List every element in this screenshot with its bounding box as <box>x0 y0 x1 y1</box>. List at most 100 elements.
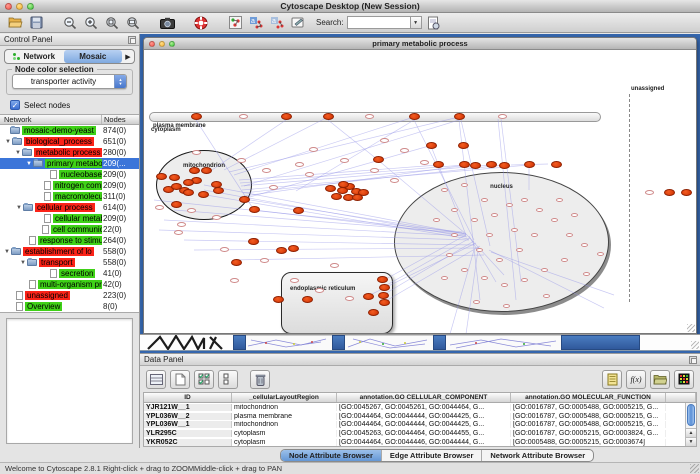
network-node-small[interactable] <box>541 268 548 272</box>
network-node-small[interactable] <box>531 233 538 237</box>
network-node-small[interactable] <box>473 300 480 304</box>
network-node-small[interactable] <box>330 263 339 268</box>
tab-edge-attribute-browser[interactable]: Edge Attribute Browser <box>382 450 482 461</box>
zoom-out-icon[interactable] <box>61 14 79 31</box>
network-node-small[interactable] <box>506 203 513 207</box>
network-node-small[interactable] <box>155 205 164 210</box>
zoom-in-icon[interactable] <box>82 14 100 31</box>
tree-row[interactable]: response to stimul264(0) <box>0 235 139 246</box>
minimized-window-titlebar[interactable] <box>561 335 640 350</box>
tab-scroll-right-icon[interactable]: ▶ <box>122 53 134 61</box>
import-attributes-icon[interactable] <box>425 14 443 31</box>
network-node-small[interactable] <box>501 283 508 287</box>
network-node-small[interactable] <box>309 147 318 152</box>
network-node-small[interactable] <box>503 304 510 308</box>
network-node-small[interactable] <box>237 158 246 163</box>
network-node[interactable] <box>169 174 180 181</box>
network-node-small[interactable] <box>305 172 314 177</box>
network-node-small[interactable] <box>481 198 488 202</box>
network-node-small[interactable] <box>187 208 196 213</box>
network-node-small[interactable] <box>192 150 201 155</box>
scroll-down-icon[interactable]: ▼ <box>686 437 696 446</box>
tree-row[interactable]: cell communicat22(0) <box>0 224 139 235</box>
tree-row[interactable]: ▼establishment of lo558(0) <box>0 246 139 257</box>
delete-attribute-icon[interactable] <box>250 370 270 389</box>
network-node[interactable] <box>213 187 224 194</box>
help-icon[interactable] <box>192 14 210 31</box>
new-attribute-icon[interactable] <box>170 370 190 389</box>
network-node-small[interactable] <box>451 233 458 237</box>
minimize-view-icon[interactable] <box>159 41 165 47</box>
network-node[interactable] <box>409 113 420 120</box>
unselect-attributes-icon[interactable] <box>218 370 238 389</box>
network-node-small[interactable] <box>498 114 507 119</box>
select-nodes-checkbox[interactable]: ✓ <box>10 100 20 110</box>
network-node[interactable] <box>191 113 202 120</box>
tab-node-attribute-browser[interactable]: Node Attribute Browser <box>281 450 382 461</box>
search-dropdown-icon[interactable]: ▼ <box>411 16 422 29</box>
network-node-small[interactable] <box>571 213 578 217</box>
network-node-small[interactable] <box>476 248 483 252</box>
network-node-small[interactable] <box>177 222 186 227</box>
float-panel-icon[interactable] <box>128 36 136 44</box>
network-node-small[interactable] <box>581 243 588 247</box>
network-node[interactable] <box>470 162 481 169</box>
network-node-small[interactable] <box>345 296 354 301</box>
minimize-window-icon[interactable] <box>16 3 23 10</box>
network-node-small[interactable] <box>496 258 503 262</box>
tree-row[interactable]: cellular metabo209(0) <box>0 213 139 224</box>
network-node[interactable] <box>293 207 304 214</box>
network-node[interactable] <box>454 113 465 120</box>
disclosure-triangle-icon[interactable]: ▼ <box>25 161 33 167</box>
network-node-small[interactable] <box>269 185 278 190</box>
network-node-small[interactable] <box>521 278 528 282</box>
create-network-icon[interactable] <box>226 14 244 31</box>
network-canvas[interactable]: plasma membrane cytoplasm mitochondrion … <box>144 50 696 333</box>
app-resize-grip[interactable] <box>690 464 699 473</box>
disclosure-triangle-icon[interactable]: ▼ <box>19 260 27 266</box>
table-row[interactable]: YPL036W__1mitochondrion[GO:0044464, GO:0… <box>144 421 696 430</box>
network-node-small[interactable] <box>260 258 269 263</box>
network-node-small[interactable] <box>491 213 498 217</box>
network-node-small[interactable] <box>370 168 379 173</box>
disclosure-triangle-icon[interactable]: ▼ <box>14 150 22 156</box>
network-node-small[interactable] <box>340 158 349 163</box>
heatmap-icon[interactable] <box>674 370 694 389</box>
network-node[interactable] <box>198 191 209 198</box>
tree-row[interactable]: secretion41(0) <box>0 268 139 279</box>
network-node[interactable] <box>201 167 212 174</box>
network-node-small[interactable] <box>446 253 453 257</box>
tab-network[interactable]: Network <box>5 50 64 63</box>
network-node-small[interactable] <box>461 268 468 272</box>
save-icon[interactable] <box>27 14 45 31</box>
tab-mosaic[interactable]: Mosaic <box>64 50 123 63</box>
network-node-small[interactable] <box>230 278 239 283</box>
function-builder-icon[interactable]: f(x) <box>626 370 646 389</box>
network-node-small[interactable] <box>521 198 528 202</box>
network-node[interactable] <box>239 196 250 203</box>
table-column-header[interactable]: ID <box>144 393 232 402</box>
network-node-small[interactable] <box>239 114 248 119</box>
search-input[interactable] <box>347 16 411 29</box>
tree-row[interactable]: Overview8(0) <box>0 301 139 312</box>
zoom-view-icon[interactable] <box>169 41 175 47</box>
network-node-small[interactable] <box>262 168 271 173</box>
scroll-up-icon[interactable]: ▲ <box>686 428 696 437</box>
close-view-icon[interactable] <box>149 41 155 47</box>
tree-row[interactable]: ▼biological_process651(0) <box>0 136 139 147</box>
tree-row[interactable]: nucleobase-209(0) <box>0 169 139 180</box>
tree-row[interactable]: nitrogen compo209(0) <box>0 180 139 191</box>
network-node[interactable] <box>458 142 469 149</box>
attribute-editor-icon[interactable] <box>602 370 622 389</box>
network-node-small[interactable] <box>315 288 324 293</box>
import-attribute-file-icon[interactable] <box>650 370 670 389</box>
network-node[interactable] <box>248 238 259 245</box>
network-node[interactable] <box>524 161 535 168</box>
network-node[interactable] <box>459 161 470 168</box>
first-neighbors-icon[interactable]: a <box>247 14 265 31</box>
table-row[interactable]: YPL036W__2plasma membrane[GO:0044464, GO… <box>144 412 696 421</box>
disclosure-triangle-icon[interactable]: ▼ <box>15 205 23 211</box>
network-node[interactable] <box>302 296 313 303</box>
resize-grip[interactable] <box>687 324 695 332</box>
table-row[interactable]: YJR121W__1mitochondrion[GO:0045267, GO:0… <box>144 403 696 412</box>
